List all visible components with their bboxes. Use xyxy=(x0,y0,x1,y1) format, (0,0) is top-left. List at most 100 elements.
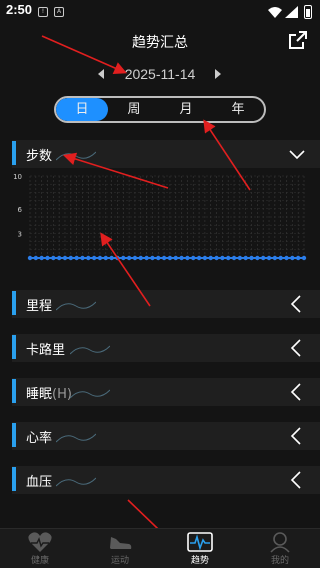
wave-decoration-icon xyxy=(70,389,110,399)
chart-point xyxy=(39,255,44,261)
pulse-icon xyxy=(187,532,213,552)
nav-sport[interactable]: 运动 xyxy=(80,529,160,568)
section-label: 血压 xyxy=(26,475,53,490)
chart-point xyxy=(185,255,190,261)
chart-point xyxy=(121,255,126,261)
chart-point xyxy=(138,255,143,261)
section-accent-bar xyxy=(12,423,16,447)
section-distance[interactable]: 里程 xyxy=(12,290,320,318)
tab-month[interactable]: 月 xyxy=(160,98,212,121)
section-blood-pressure[interactable]: 血压 xyxy=(12,466,320,494)
chart-point xyxy=(156,255,161,261)
notification-a-icon: A xyxy=(54,7,64,17)
section-sleep[interactable]: 睡眠(H) xyxy=(12,378,320,406)
chart-point xyxy=(272,255,278,261)
section-label: 心率 xyxy=(26,431,53,446)
wave-decoration-icon xyxy=(56,477,96,487)
chart-point xyxy=(278,255,283,261)
section-calories[interactable]: 卡路里 xyxy=(12,334,320,362)
nav-label: 健康 xyxy=(30,556,49,566)
chart-point xyxy=(74,255,79,261)
chart-point xyxy=(86,255,91,261)
chevron-left-icon[interactable] xyxy=(288,382,306,402)
chart-point xyxy=(237,255,243,261)
chart-point xyxy=(33,255,39,261)
y-tick-label: 3 xyxy=(18,230,22,238)
person-icon xyxy=(270,532,290,553)
chevron-down-icon[interactable] xyxy=(288,144,306,164)
chart-point xyxy=(167,255,173,261)
chart-point xyxy=(173,255,178,261)
section-label: 里程 xyxy=(26,299,53,314)
y-tick-label: 6 xyxy=(18,206,23,214)
nav-health[interactable]: 健康 xyxy=(0,529,80,568)
chart-point xyxy=(220,255,225,261)
chart-point xyxy=(56,255,62,261)
nav-trend[interactable]: 趋势 xyxy=(160,529,240,568)
section-accent-bar xyxy=(12,467,16,491)
tab-year[interactable]: 年 xyxy=(212,98,264,121)
chart-point xyxy=(260,255,266,261)
chart-point xyxy=(97,255,103,261)
chart-point xyxy=(208,255,213,261)
chart-point xyxy=(62,255,68,261)
chart-point xyxy=(51,255,56,261)
chevron-left-icon[interactable] xyxy=(288,426,306,446)
tab-day[interactable]: 日 xyxy=(56,98,108,121)
tab-week[interactable]: 周 xyxy=(108,98,160,121)
chevron-left-icon[interactable] xyxy=(288,294,306,314)
chart-grid xyxy=(29,175,305,259)
previous-date-icon[interactable] xyxy=(98,69,104,79)
signal-icon xyxy=(285,6,298,18)
chart-point xyxy=(231,255,237,261)
chevron-left-icon[interactable] xyxy=(288,338,306,358)
chart-point xyxy=(161,255,167,261)
next-date-icon[interactable] xyxy=(215,69,221,79)
chart-point xyxy=(295,255,301,261)
header: 趋势汇总 xyxy=(0,24,320,58)
current-date[interactable]: 2025-11-14 xyxy=(110,66,210,82)
chart-point xyxy=(179,255,184,261)
chart-point xyxy=(68,255,74,261)
section-label: 睡眠(H) xyxy=(26,387,72,402)
wave-decoration-icon xyxy=(56,301,96,311)
bottom-nav: 健康 运动 趋势 我的 xyxy=(0,528,320,568)
chart-point xyxy=(115,255,120,261)
nav-label: 我的 xyxy=(270,556,289,566)
chart-point xyxy=(226,255,231,261)
status-bar: 2:50 ! A xyxy=(0,0,320,24)
chart-point xyxy=(196,255,202,261)
chart-point xyxy=(266,255,272,261)
section-heart-rate[interactable]: 心率 xyxy=(12,422,320,450)
chart-point xyxy=(132,255,138,261)
share-export-icon[interactable] xyxy=(288,30,308,50)
chart-point xyxy=(255,255,260,261)
section-accent-bar xyxy=(12,141,16,165)
wifi-icon xyxy=(268,7,282,18)
chart-point xyxy=(290,255,295,261)
page-title: 趋势汇总 xyxy=(132,35,188,51)
wave-decoration-icon xyxy=(56,151,96,161)
chart-point xyxy=(243,255,248,261)
chart-point xyxy=(301,255,307,261)
chevron-left-icon[interactable] xyxy=(288,470,306,490)
nav-me[interactable]: 我的 xyxy=(240,529,320,568)
section-accent-bar xyxy=(12,379,16,403)
chart-point xyxy=(109,255,114,261)
battery-icon xyxy=(304,5,312,19)
chart-point xyxy=(249,255,254,261)
wave-decoration-icon xyxy=(56,433,96,443)
chart-point xyxy=(45,255,50,261)
section-accent-bar xyxy=(12,291,16,315)
y-tick-label: 10 xyxy=(13,173,22,181)
chart-y-ticks: 10 6 3 xyxy=(13,173,22,238)
chart-point xyxy=(214,255,219,261)
heart-icon xyxy=(28,532,52,552)
chart-point xyxy=(27,255,33,261)
chart-point xyxy=(202,255,208,261)
nav-label: 趋势 xyxy=(190,556,209,566)
wave-decoration-icon xyxy=(70,345,110,355)
chart-point xyxy=(126,255,132,261)
section-steps[interactable]: 步数 xyxy=(12,140,320,168)
section-label: 卡路里 xyxy=(26,343,66,358)
